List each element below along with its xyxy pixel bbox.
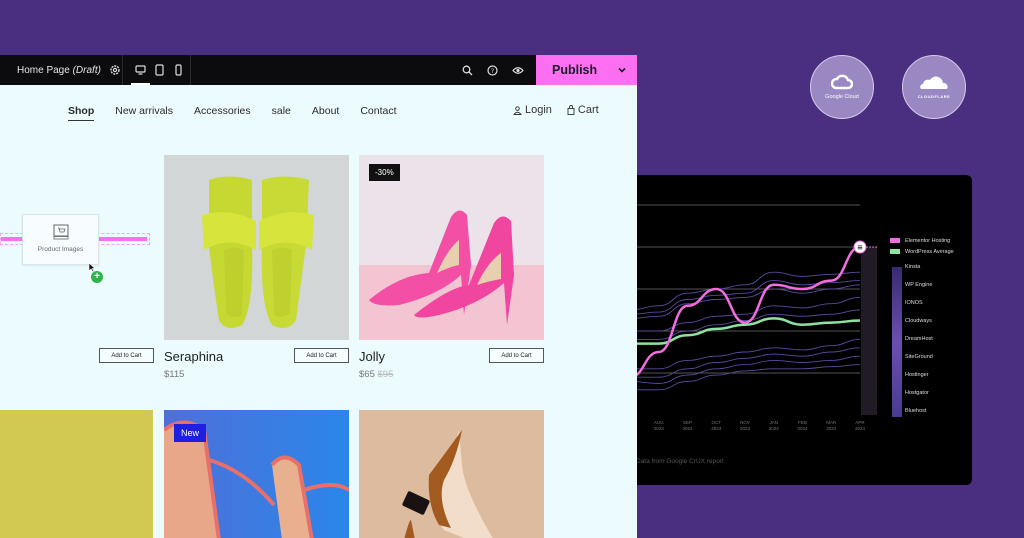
host-label: Cloudways: [905, 318, 932, 324]
badge-label: CLOUDFLARE: [917, 93, 951, 99]
nav-item-shop[interactable]: Shop: [68, 105, 95, 121]
cloudflare-icon: [920, 76, 948, 89]
host-label: IONOS: [905, 300, 923, 306]
x-tick-label: OCT 2023: [711, 420, 722, 431]
chart-source-note: Data from Google CrUX report: [636, 458, 724, 465]
sale-price: $65: [359, 369, 375, 380]
login-label: Login: [525, 104, 552, 116]
x-tick-label: MAR 2024: [826, 420, 837, 431]
host-label: Bluehost: [905, 408, 927, 414]
page-title: Home Page (Draft): [17, 65, 101, 76]
legend-item-wp-average: WordPress Average: [890, 246, 970, 257]
page-title-area[interactable]: Home Page (Draft): [0, 55, 123, 85]
tablet-icon: [155, 64, 164, 76]
page-status: (Draft): [72, 64, 101, 76]
product-name[interactable]: Seraphina: [164, 349, 223, 364]
responsive-mode-switcher: [123, 55, 191, 85]
help-icon: ?: [487, 64, 498, 76]
original-price: $95: [377, 369, 394, 380]
product-image-seraphina[interactable]: [164, 155, 349, 340]
host-label: SiteGround: [905, 354, 933, 360]
cart-label: Cart: [577, 104, 599, 116]
search-icon: [462, 65, 473, 75]
legend-swatch: [890, 249, 900, 254]
add-to-cart-button[interactable]: Add to Cart: [99, 348, 154, 363]
x-tick-label: APR 2024: [854, 420, 865, 431]
x-tick-label: JAN 2024: [768, 420, 779, 431]
add-to-cart-button[interactable]: Add to Cart: [294, 348, 349, 363]
account-links: Login Cart: [513, 104, 599, 116]
page-name: Home Page: [17, 64, 70, 76]
product-price: $115: [164, 369, 185, 380]
user-icon: [513, 105, 522, 115]
widget-label: Product Images: [37, 246, 84, 253]
product-image-jolly[interactable]: [359, 155, 544, 340]
product-image-partial: [0, 410, 153, 538]
x-tick-label: SEP 2023: [682, 420, 693, 431]
page-settings-gear-icon[interactable]: [109, 64, 121, 76]
host-label: WP Engine: [905, 282, 933, 288]
editor-window: Home Page (Draft) ? Publish Shop New arr…: [0, 55, 637, 538]
x-tick-label: FEB 2024: [797, 420, 808, 431]
legend-label: WordPress Average: [905, 248, 954, 255]
eye-icon: [511, 66, 524, 74]
pink-heels-image: [359, 155, 544, 340]
publish-button[interactable]: Publish: [536, 55, 637, 85]
shopping-bag-icon: [567, 105, 575, 115]
nav-item-contact[interactable]: Contact: [360, 105, 396, 117]
mobile-icon: [175, 64, 182, 76]
product-price: $65 $95: [359, 369, 393, 380]
nav-item-accessories[interactable]: Accessories: [194, 105, 251, 117]
cloudflare-badge: CLOUDFLARE: [902, 55, 966, 119]
legend-swatch: [890, 238, 900, 243]
badge-label: Google Cloud: [825, 94, 859, 100]
series-line-ionos: [629, 284, 861, 319]
product-images-widget[interactable]: Product Images: [22, 214, 99, 265]
tablet-view-button[interactable]: [150, 55, 169, 85]
help-button[interactable]: ?: [480, 55, 505, 85]
site-navigation: Shop New arrivals Accessories sale About…: [68, 105, 418, 121]
x-tick-label: AUG 2023: [653, 420, 664, 431]
nav-item-sale[interactable]: sale: [272, 105, 291, 117]
search-button[interactable]: [455, 55, 480, 85]
chevron-down-icon[interactable]: [617, 65, 627, 75]
login-link[interactable]: Login: [513, 104, 552, 116]
host-label: DreamHost: [905, 336, 933, 342]
discount-badge: -30%: [369, 164, 400, 181]
nav-item-new-arrivals[interactable]: New arrivals: [115, 105, 173, 117]
product-name[interactable]: Jolly: [359, 349, 385, 364]
x-tick-label: NOV 2023: [739, 420, 750, 431]
editor-topbar: Home Page (Draft) ? Publish: [0, 55, 637, 85]
product-images-icon: [53, 224, 68, 240]
yellow-sandals-image: [164, 155, 349, 340]
series-line-hostgator: [629, 355, 861, 384]
host-legend-list: Kinsta WP Engine IONOS Cloudways DreamHo…: [905, 263, 933, 425]
elementor-icon: ≡: [857, 244, 863, 252]
nav-item-about[interactable]: About: [312, 105, 339, 117]
svg-text:?: ?: [491, 67, 494, 75]
desktop-view-button[interactable]: [131, 55, 150, 85]
new-badge: New: [174, 424, 207, 442]
highlight-column: [861, 247, 877, 415]
product-image-brown-heel[interactable]: [359, 410, 544, 538]
legend-label: Elementor Hosting: [905, 237, 951, 244]
host-label: Kinsta: [905, 264, 921, 270]
brown-heel-image: [359, 410, 544, 538]
google-cloud-badge: Google Cloud: [810, 55, 874, 119]
add-widget-plus-icon: +: [91, 271, 103, 283]
add-to-cart-button[interactable]: Add to Cart: [489, 348, 544, 363]
preview-button[interactable]: [505, 55, 530, 85]
host-label: Hostgator: [905, 390, 929, 396]
host-label: Hostinger: [905, 372, 929, 378]
legend-item-elementor: Elementor Hosting: [890, 235, 970, 246]
chart-legend: Elementor Hosting WordPress Average: [890, 235, 970, 257]
host-legend-bar: [892, 267, 902, 417]
mobile-view-button[interactable]: [169, 55, 188, 85]
cart-link[interactable]: Cart: [567, 104, 599, 116]
publish-label: Publish: [552, 63, 598, 77]
desktop-icon: [135, 65, 146, 75]
series-line-elementor-hosting: [629, 245, 861, 379]
google-cloud-icon: [831, 74, 853, 90]
